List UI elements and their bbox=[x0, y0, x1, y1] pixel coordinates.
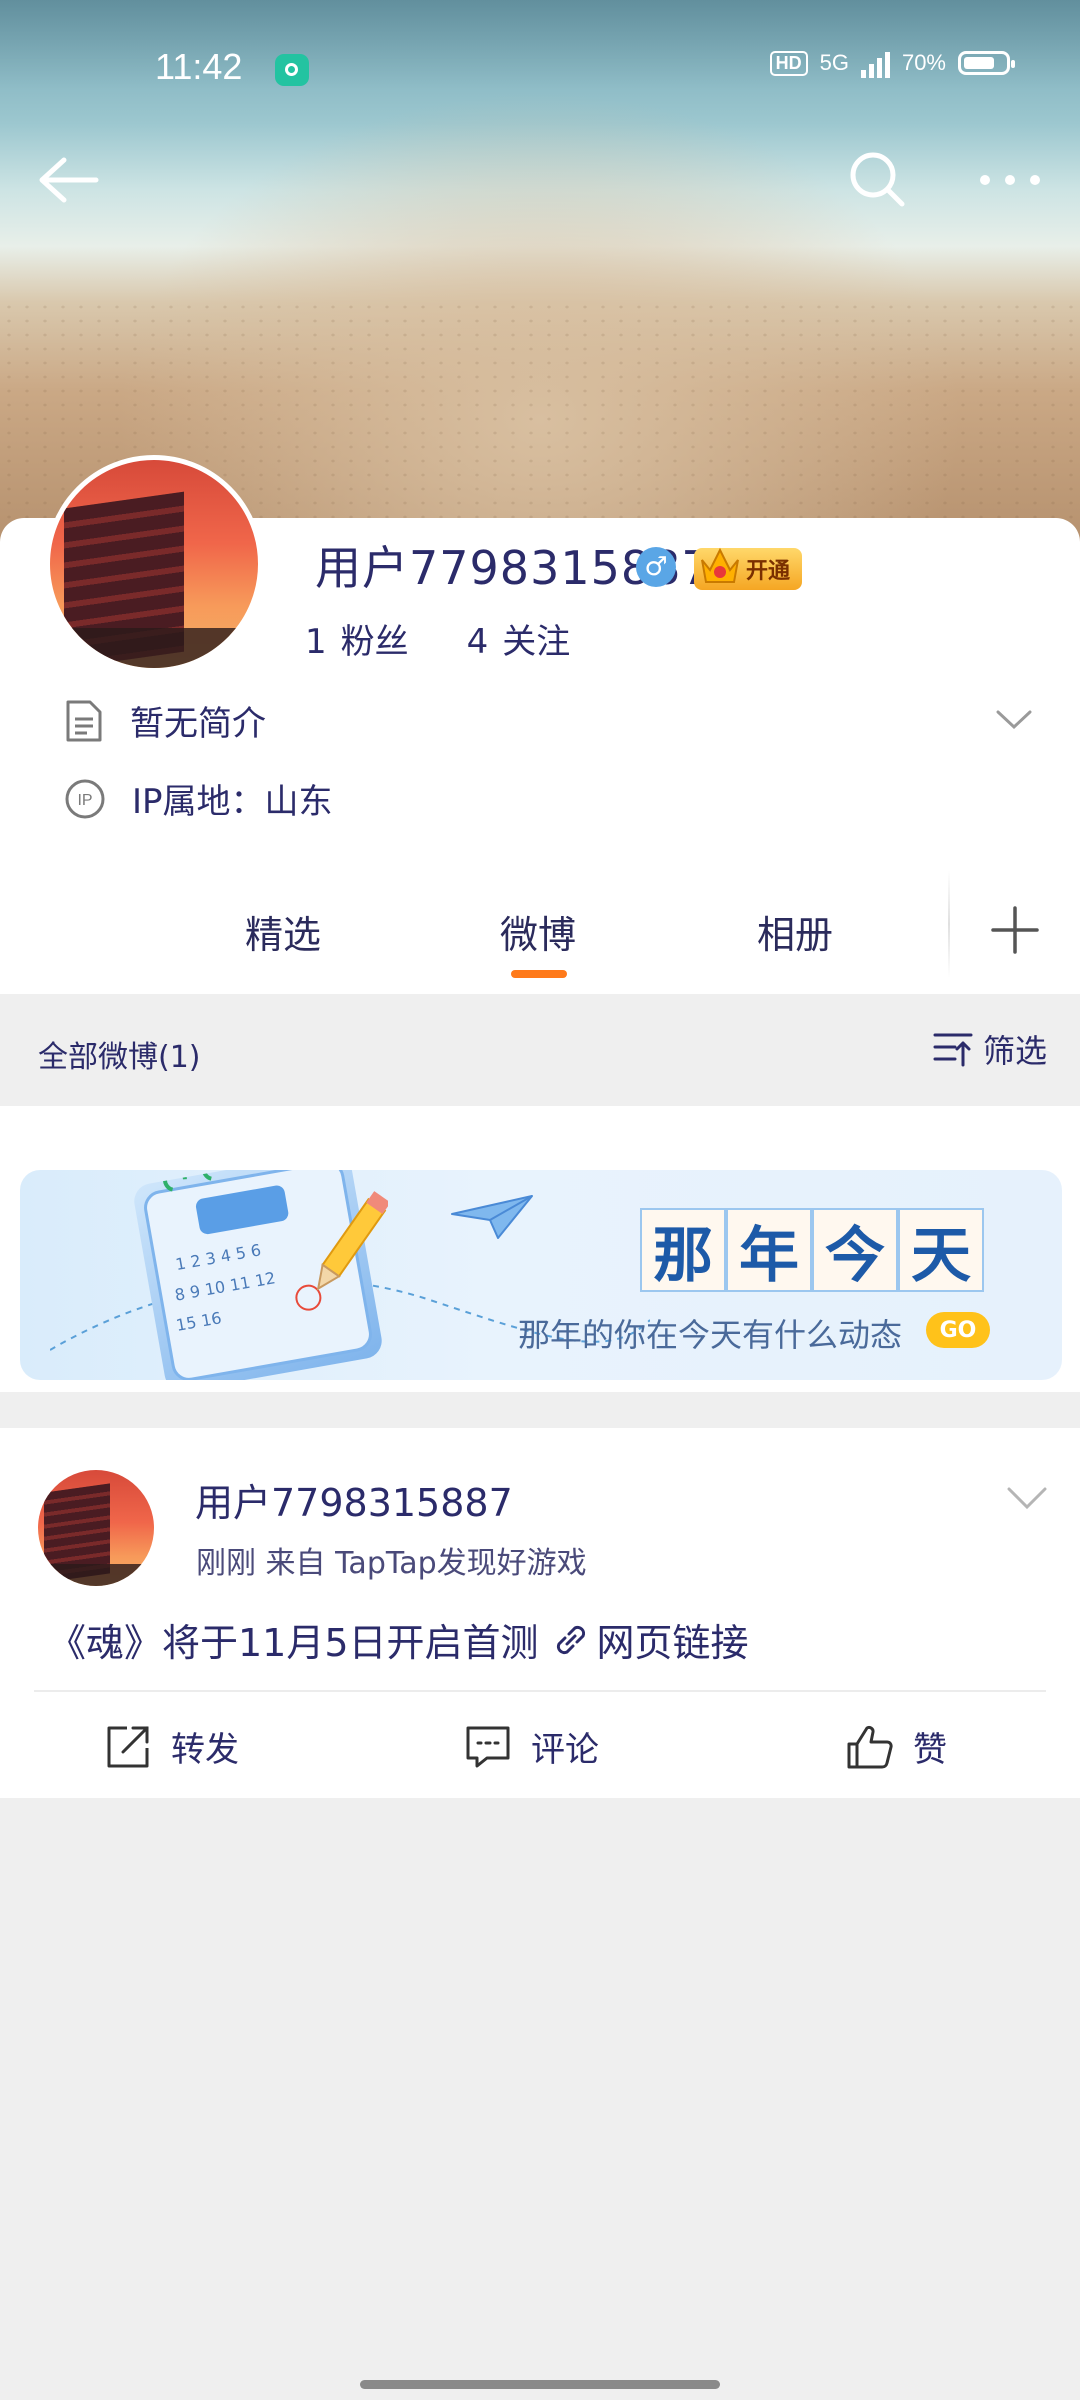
comment-icon bbox=[466, 1726, 510, 1767]
profile-stats: 1 粉丝 4 关注 bbox=[305, 614, 570, 663]
avatar-shadow bbox=[38, 1564, 154, 1586]
notification-app-icon bbox=[275, 54, 309, 86]
ip-location-text: IP属地：山东 bbox=[132, 782, 333, 822]
crown-icon bbox=[701, 547, 739, 583]
network-label: 5G bbox=[819, 50, 849, 75]
hd-badge: HD bbox=[769, 50, 808, 76]
battery-icon bbox=[958, 51, 1015, 75]
followers-label: 粉丝 bbox=[340, 622, 409, 662]
bio-row[interactable]: 暂无简介 bbox=[64, 696, 266, 745]
ip-row: IP IP属地：山东 bbox=[64, 774, 333, 823]
status-time: 11:42 bbox=[155, 46, 243, 87]
banner-title-char: 天 bbox=[898, 1208, 984, 1292]
tab-divider bbox=[948, 870, 950, 978]
document-icon bbox=[66, 700, 102, 741]
signal-icon bbox=[860, 48, 890, 78]
avatar-shadow bbox=[50, 628, 258, 668]
comment-button[interactable]: 评论 bbox=[465, 1722, 599, 1771]
back-button[interactable] bbox=[28, 140, 108, 220]
more-button[interactable] bbox=[970, 140, 1050, 220]
like-button[interactable]: 赞 bbox=[845, 1722, 947, 1771]
repost-button[interactable]: 转发 bbox=[105, 1722, 239, 1771]
section-gap bbox=[0, 1392, 1080, 1428]
banner-title-char: 今 bbox=[812, 1208, 898, 1292]
post-menu-chevron-icon[interactable] bbox=[1005, 1484, 1049, 1512]
post-text: 《魂》将于11月5日开启首测 bbox=[48, 1621, 539, 1665]
post-content: 《魂》将于11月5日开启首测 网页链接 bbox=[48, 1612, 749, 1667]
post-link-label: 网页链接 bbox=[596, 1621, 749, 1665]
link-icon bbox=[556, 1625, 585, 1654]
home-indicator[interactable] bbox=[360, 2380, 720, 2389]
expand-chevron-icon[interactable] bbox=[995, 708, 1033, 732]
banner-title: 那 年 今 天 bbox=[640, 1208, 984, 1292]
following-stat[interactable]: 4 关注 bbox=[467, 614, 571, 663]
tab-weibo[interactable]: 微博 bbox=[500, 904, 576, 959]
filter-label: 筛选 bbox=[983, 1032, 1048, 1070]
search-button[interactable] bbox=[838, 140, 918, 220]
active-tab-indicator bbox=[511, 970, 567, 978]
following-label: 关注 bbox=[502, 622, 571, 662]
post-avatar[interactable] bbox=[38, 1470, 154, 1586]
thumbs-up-icon bbox=[847, 1725, 893, 1768]
followers-stat[interactable]: 1 粉丝 bbox=[305, 614, 409, 663]
vip-open-button[interactable]: 开通 bbox=[694, 547, 802, 590]
search-icon bbox=[850, 152, 905, 207]
post-link[interactable]: 网页链接 bbox=[551, 1612, 749, 1667]
filter-icon bbox=[933, 1033, 973, 1067]
filter-button[interactable]: 筛选 bbox=[933, 1026, 1047, 1072]
banner-go-button[interactable]: GO bbox=[926, 1312, 990, 1348]
comment-label: 评论 bbox=[531, 1730, 599, 1770]
paper-plane-icon bbox=[451, 1195, 533, 1239]
followers-count: 1 bbox=[305, 622, 327, 662]
more-dots-icon bbox=[980, 175, 1040, 185]
banner-title-char: 年 bbox=[726, 1208, 812, 1292]
post-username[interactable]: 用户7798315887 bbox=[195, 1472, 513, 1527]
male-gender-icon: ♂ bbox=[636, 547, 676, 587]
post-divider bbox=[34, 1690, 1046, 1692]
tab-featured[interactable]: 精选 bbox=[245, 904, 321, 959]
add-tab-icon[interactable] bbox=[985, 900, 1045, 960]
back-arrow-icon bbox=[39, 157, 99, 203]
battery-percent: 70% bbox=[901, 50, 946, 75]
repost-label: 转发 bbox=[171, 1730, 239, 1770]
profile-avatar[interactable] bbox=[45, 455, 263, 673]
post-meta: 刚刚 来自 TapTap发现好游戏 bbox=[196, 1546, 587, 1581]
ip-location-icon: IP bbox=[65, 779, 105, 818]
repost-icon bbox=[107, 1726, 149, 1767]
banner-subtitle: 那年的你在今天有什么动态 bbox=[518, 1316, 903, 1354]
vip-open-label: 开通 bbox=[745, 559, 790, 584]
following-count: 4 bbox=[466, 622, 489, 662]
bio-text: 暂无简介 bbox=[130, 704, 266, 744]
like-label: 赞 bbox=[913, 1730, 947, 1770]
filter-bar: 全部微博(1) 筛选 bbox=[0, 994, 1080, 1106]
status-indicators: HD 5G 70% bbox=[769, 48, 1015, 78]
banner-title-char: 那 bbox=[640, 1208, 726, 1292]
all-posts-label[interactable]: 全部微博(1) bbox=[38, 1032, 201, 1076]
pencil-icon bbox=[316, 1191, 388, 1291]
ip-badge-text: IP bbox=[77, 792, 92, 809]
tab-album[interactable]: 相册 bbox=[757, 904, 833, 959]
